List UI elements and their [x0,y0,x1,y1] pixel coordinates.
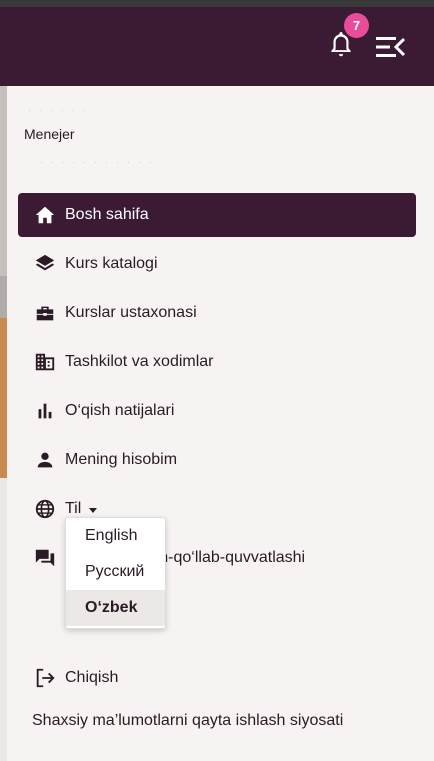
nav-item-learning-results[interactable]: O‘qish natijalari [18,389,416,433]
nav-item-label: Chiqish [65,669,119,686]
privacy-policy-link[interactable]: Shaxsiy ma’lumotlarni qayta ishlash siyo… [32,712,343,730]
chat-icon [32,545,58,571]
toolbox-icon [32,300,58,326]
layers-icon [32,251,58,277]
nav-item-label: Kurs katalogi [65,255,158,272]
user-name-redacted: · · · · · · [28,106,89,115]
language-option-uzbek[interactable]: O‘zbek [66,590,165,626]
nav-item-course-workshop[interactable]: Kurslar ustaxonasi [18,291,416,335]
logout-icon [32,665,58,691]
menu-collapse-button[interactable] [374,34,406,60]
home-icon [32,202,58,228]
nav-item-home[interactable]: Bosh sahifa [18,193,416,237]
user-email-redacted: · · · · · · · · · · · [40,158,155,167]
language-dropdown: English Русский O‘zbek [65,517,166,629]
background-page-edge [0,86,7,761]
language-option-russian[interactable]: Русский [66,554,165,590]
building-icon [32,349,58,375]
nav-item-logout[interactable]: Chiqish [18,656,416,700]
nav-item-label: O‘qish natijalari [65,402,175,419]
bar-chart-icon [32,398,58,424]
person-icon [32,447,58,473]
globe-icon [32,496,58,522]
nav-item-label: Bosh sahifa [65,206,149,223]
nav-item-label: Tashkilot va xodimlar [65,353,214,370]
nav-item-organization[interactable]: Tashkilot va xodimlar [18,340,416,384]
user-role: Menejer [24,126,75,142]
nav-item-course-catalog[interactable]: Kurs katalogi [18,242,416,286]
chevron-down-icon [89,507,98,513]
app-header [0,7,434,86]
nav-item-my-account[interactable]: Mening hisobim [18,438,416,482]
nav-item-label: Til [65,500,82,517]
nav-item-label: Kurslar ustaxonasi [65,304,197,321]
menu-collapse-icon [376,37,406,57]
notification-count-badge: 7 [344,13,369,38]
nav-item-label: Mening hisobim [65,451,178,468]
language-option-english[interactable]: English [66,518,165,554]
top-strip [0,0,434,7]
